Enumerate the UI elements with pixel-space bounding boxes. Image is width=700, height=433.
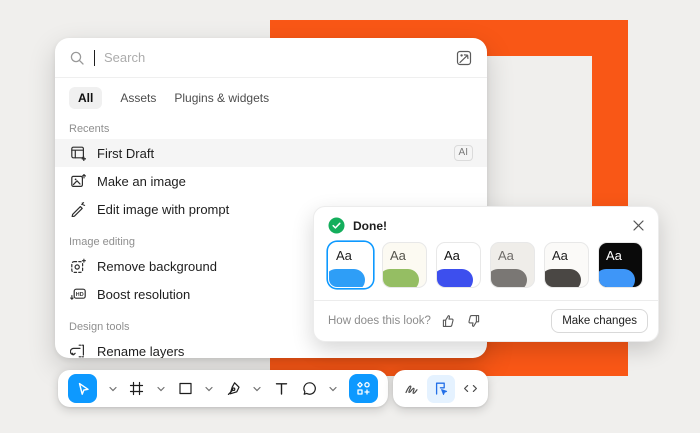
theme-swatch[interactable]: Aa xyxy=(382,242,427,288)
hd-icon: HD xyxy=(69,286,87,302)
swatch-label: Aa xyxy=(552,248,568,263)
ai-badge: AI xyxy=(454,145,473,161)
swatch-label: Aa xyxy=(606,248,622,263)
edit-sparkle-icon xyxy=(69,201,87,217)
swatch-label: Aa xyxy=(498,248,514,263)
svg-text:HD: HD xyxy=(76,292,84,298)
thumbs-down-icon[interactable] xyxy=(465,312,483,330)
theme-swatch[interactable]: Aa xyxy=(436,242,481,288)
chevron-down-icon[interactable] xyxy=(156,385,166,393)
make-changes-button[interactable]: Make changes xyxy=(551,309,648,333)
make-tool[interactable] xyxy=(427,375,455,403)
chevron-down-icon[interactable] xyxy=(204,385,214,393)
swatch-label: Aa xyxy=(390,248,406,263)
search-icon xyxy=(69,50,85,66)
thumbs-up-icon[interactable] xyxy=(439,312,457,330)
swatch-pill xyxy=(490,269,527,288)
dev-mode-tool[interactable] xyxy=(462,380,479,397)
chevron-down-icon[interactable] xyxy=(252,385,262,393)
move-tool[interactable] xyxy=(68,374,97,403)
tab-plugins-widgets[interactable]: Plugins & widgets xyxy=(174,87,269,109)
swatch-pill xyxy=(544,269,581,288)
theme-swatch[interactable]: Aa xyxy=(328,242,373,288)
tab-assets[interactable]: Assets xyxy=(120,87,156,109)
theme-swatch[interactable]: Aa xyxy=(598,242,643,288)
text-tool[interactable] xyxy=(273,380,290,397)
check-circle-icon xyxy=(328,217,345,234)
comment-tool[interactable] xyxy=(301,380,318,397)
remove-background-icon xyxy=(69,258,87,274)
list-item-label: Rename layers xyxy=(97,344,473,359)
list-item-label: Make an image xyxy=(97,174,473,189)
chevron-down-icon[interactable] xyxy=(108,385,118,393)
image-search-icon[interactable] xyxy=(455,49,473,67)
section-header-recents: Recents xyxy=(55,116,487,139)
close-icon[interactable] xyxy=(631,218,646,233)
list-item-label: First Draft xyxy=(97,146,444,161)
pen-tool[interactable] xyxy=(225,380,242,397)
theme-swatch[interactable]: Aa xyxy=(544,242,589,288)
swatch-pill xyxy=(436,269,473,288)
design-toolbar xyxy=(58,370,388,407)
theme-swatches: Aa Aa Aa Aa Aa Aa xyxy=(314,240,658,300)
actions-tool[interactable] xyxy=(349,374,378,403)
done-title: Done! xyxy=(353,219,623,233)
tab-all[interactable]: All xyxy=(69,87,102,109)
image-plus-icon xyxy=(69,173,87,189)
list-item-first-draft[interactable]: First Draft AI xyxy=(55,139,487,167)
feedback-question: How does this look? xyxy=(328,315,431,327)
swatch-label: Aa xyxy=(444,248,460,263)
frame-tool[interactable] xyxy=(128,380,145,397)
done-popup: Done! Aa Aa Aa Aa Aa Aa How does this lo… xyxy=(313,206,659,342)
search-bar[interactable]: Search xyxy=(55,38,487,78)
draw-tool[interactable] xyxy=(403,380,420,397)
swatch-label: Aa xyxy=(336,248,352,263)
chevron-down-icon[interactable] xyxy=(328,385,338,393)
search-tabs: All Assets Plugins & widgets xyxy=(55,78,487,116)
swatch-pill xyxy=(382,269,419,288)
swatch-pill xyxy=(328,269,365,288)
search-input[interactable]: Search xyxy=(104,50,446,65)
rename-cursor-icon xyxy=(69,343,87,358)
list-item-make-an-image[interactable]: Make an image xyxy=(55,167,487,195)
text-caret xyxy=(94,50,95,66)
swatch-pill xyxy=(598,269,635,288)
theme-swatch[interactable]: Aa xyxy=(490,242,535,288)
shape-tool[interactable] xyxy=(177,380,194,397)
mode-toolbar xyxy=(393,370,488,407)
template-icon xyxy=(69,145,87,161)
